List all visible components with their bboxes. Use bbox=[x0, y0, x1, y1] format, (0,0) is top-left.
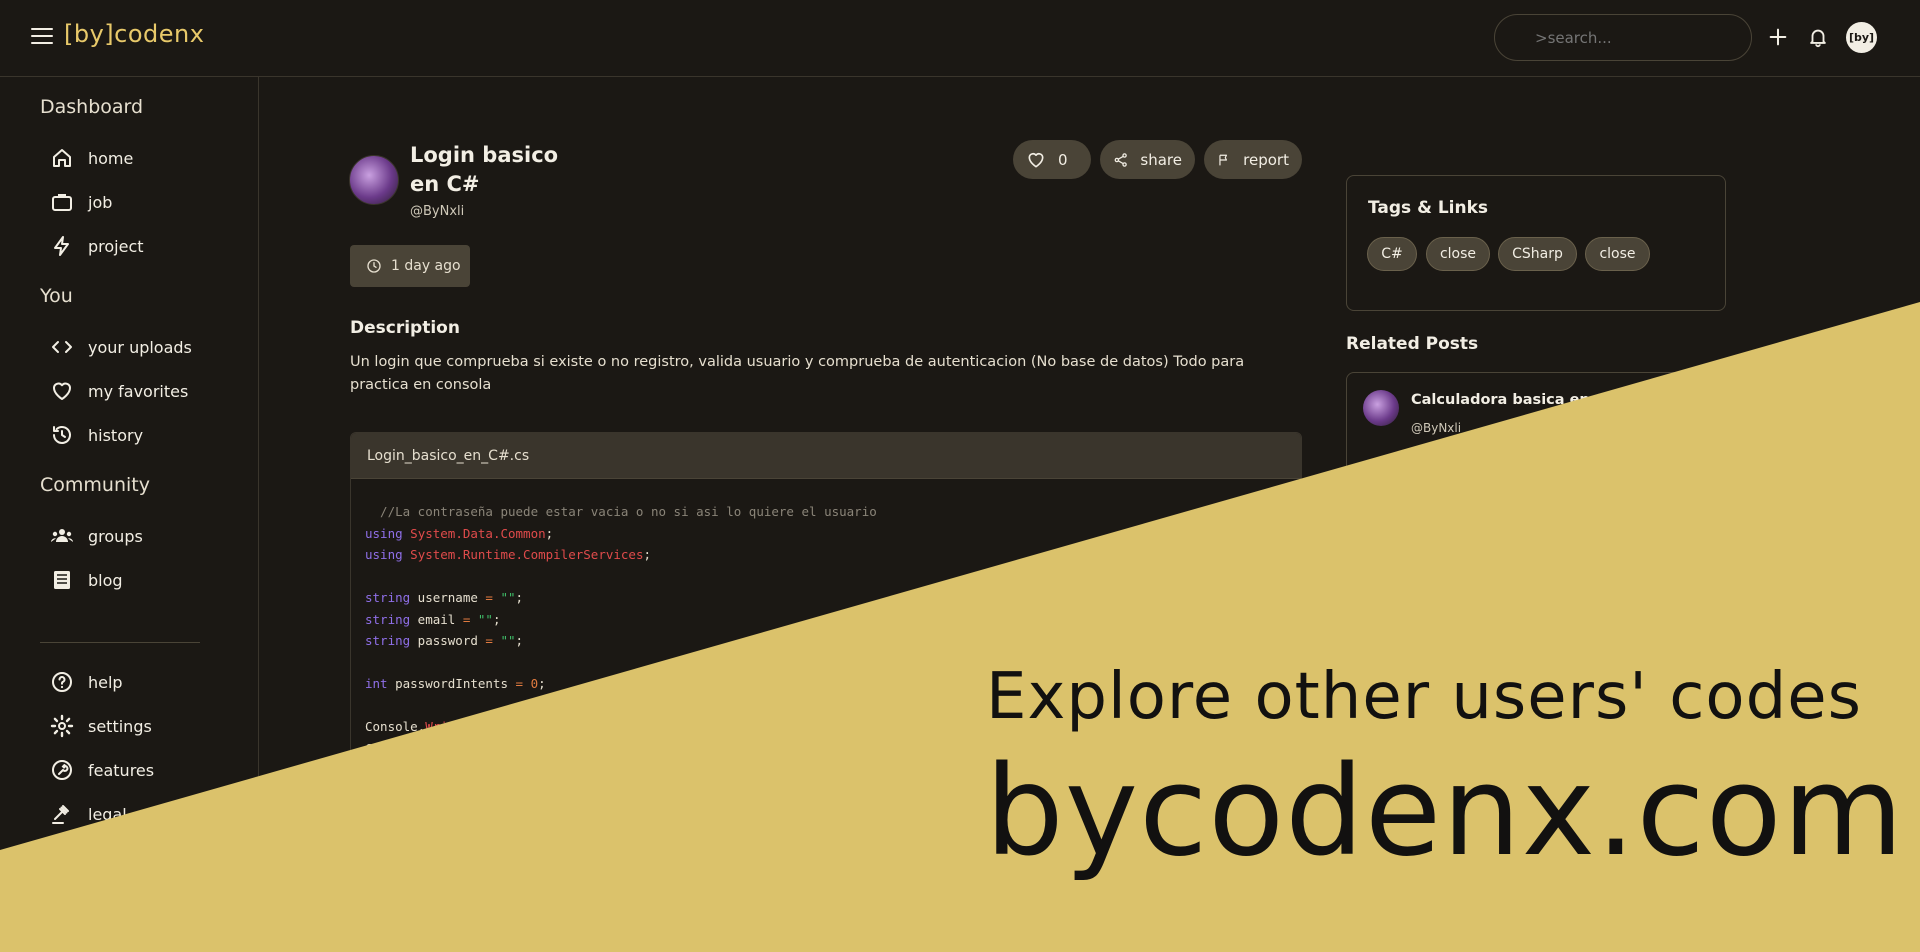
sidebar-item-help[interactable]: help bbox=[50, 667, 123, 697]
tags-card: Tags & Links C# close CSharp close bbox=[1346, 175, 1726, 311]
sidebar-divider bbox=[40, 642, 200, 643]
sidebar-item-label: home bbox=[88, 148, 134, 168]
logo[interactable]: [by]codenx bbox=[64, 20, 204, 48]
bolt-icon bbox=[54, 236, 69, 256]
sidebar-item-label: help bbox=[88, 672, 123, 692]
sidebar-item-label: blog bbox=[88, 570, 123, 590]
sidebar-item-label: job bbox=[88, 192, 113, 212]
briefcase-icon bbox=[52, 194, 72, 211]
related-posts-title: Related Posts bbox=[1346, 334, 1479, 354]
time-label: 1 day ago bbox=[391, 258, 461, 274]
plus-icon[interactable] bbox=[1765, 24, 1791, 50]
clock-icon bbox=[367, 259, 381, 273]
sidebar-item-features[interactable]: features bbox=[50, 755, 154, 785]
sidebar-item-label: your uploads bbox=[88, 337, 192, 357]
report-label: report bbox=[1243, 150, 1289, 169]
promo-subtitle: Explore other users' codes bbox=[986, 660, 1862, 734]
sidebar-item-your-uploads[interactable]: your uploads bbox=[50, 332, 192, 362]
user-avatar[interactable]: [by] bbox=[1846, 22, 1877, 53]
top-bar: [by]codenx [by] bbox=[0, 0, 1920, 77]
share-button[interactable]: share bbox=[1100, 140, 1195, 179]
tags-title: Tags & Links bbox=[1368, 198, 1489, 218]
section-title-dashboard: Dashboard bbox=[40, 96, 144, 118]
gear-icon bbox=[50, 714, 74, 738]
hamburger-menu-icon[interactable] bbox=[31, 28, 53, 46]
tag-chip[interactable]: close bbox=[1585, 237, 1650, 271]
post-author[interactable]: @ByNxli bbox=[410, 204, 464, 219]
history-icon bbox=[53, 426, 71, 444]
help-icon bbox=[52, 672, 72, 692]
report-button[interactable]: report bbox=[1204, 140, 1302, 179]
related-post-title: Calculadora basica en C# bbox=[1411, 392, 1618, 408]
sidebar-item-label: legal bbox=[88, 804, 127, 824]
share-icon bbox=[1114, 152, 1127, 167]
time-chip: 1 day ago bbox=[350, 245, 470, 287]
sidebar-item-label: features bbox=[88, 760, 155, 780]
code-icon bbox=[52, 341, 72, 353]
share-label: share bbox=[1140, 150, 1182, 169]
sidebar-item-legal[interactable]: legal bbox=[50, 799, 127, 829]
home-icon bbox=[53, 149, 71, 167]
tag-chip[interactable]: CSharp bbox=[1498, 237, 1577, 271]
tag-chip[interactable]: close bbox=[1426, 237, 1490, 271]
like-count: 0 bbox=[1058, 150, 1068, 169]
related-post-card[interactable]: Calculadora basica en C# @ByNxli bbox=[1346, 372, 1726, 512]
section-title-you: You bbox=[40, 285, 73, 307]
sidebar-item-project[interactable]: project bbox=[50, 231, 144, 261]
flag-icon bbox=[1219, 154, 1228, 165]
avatar bbox=[1363, 390, 1399, 426]
description-title: Description bbox=[350, 318, 460, 338]
like-button[interactable]: 0 bbox=[1013, 140, 1091, 179]
sidebar: Dashboard home job project You your uplo… bbox=[0, 77, 259, 952]
sidebar-item-my-favorites[interactable]: my favorites bbox=[50, 376, 188, 406]
author-avatar[interactable] bbox=[349, 155, 399, 205]
blog-icon bbox=[54, 571, 70, 589]
related-post-author: @ByNxli bbox=[1411, 421, 1462, 435]
gavel-icon bbox=[52, 805, 69, 824]
sidebar-item-label: groups bbox=[88, 526, 143, 546]
heart-icon bbox=[53, 382, 71, 400]
post-title: Login basico en C# bbox=[410, 143, 559, 196]
code-filename: Login_basico_en_C#.cs bbox=[351, 433, 1301, 479]
sidebar-item-job[interactable]: job bbox=[50, 187, 112, 217]
sidebar-item-home[interactable]: home bbox=[50, 143, 133, 173]
search-input[interactable] bbox=[1494, 14, 1752, 61]
sidebar-item-label: my favorites bbox=[88, 381, 189, 401]
heart-icon bbox=[1028, 152, 1044, 167]
bell-icon[interactable] bbox=[1805, 24, 1831, 50]
sidebar-item-blog[interactable]: blog bbox=[50, 565, 123, 595]
promo-domain: bycodenx.com bbox=[985, 740, 1905, 884]
groups-icon bbox=[51, 529, 73, 542]
sidebar-item-label: history bbox=[88, 425, 144, 445]
tag-chip[interactable]: C# bbox=[1367, 237, 1417, 271]
sidebar-item-settings[interactable]: settings bbox=[50, 711, 152, 741]
wrench-icon bbox=[52, 760, 72, 780]
section-title-community: Community bbox=[40, 474, 150, 496]
sidebar-item-label: project bbox=[88, 236, 144, 256]
description-text: Un login que comprueba si existe o no re… bbox=[350, 354, 1245, 393]
sidebar-item-history[interactable]: history bbox=[50, 420, 143, 450]
sidebar-item-groups[interactable]: groups bbox=[50, 521, 143, 551]
sidebar-item-label: settings bbox=[88, 716, 152, 736]
